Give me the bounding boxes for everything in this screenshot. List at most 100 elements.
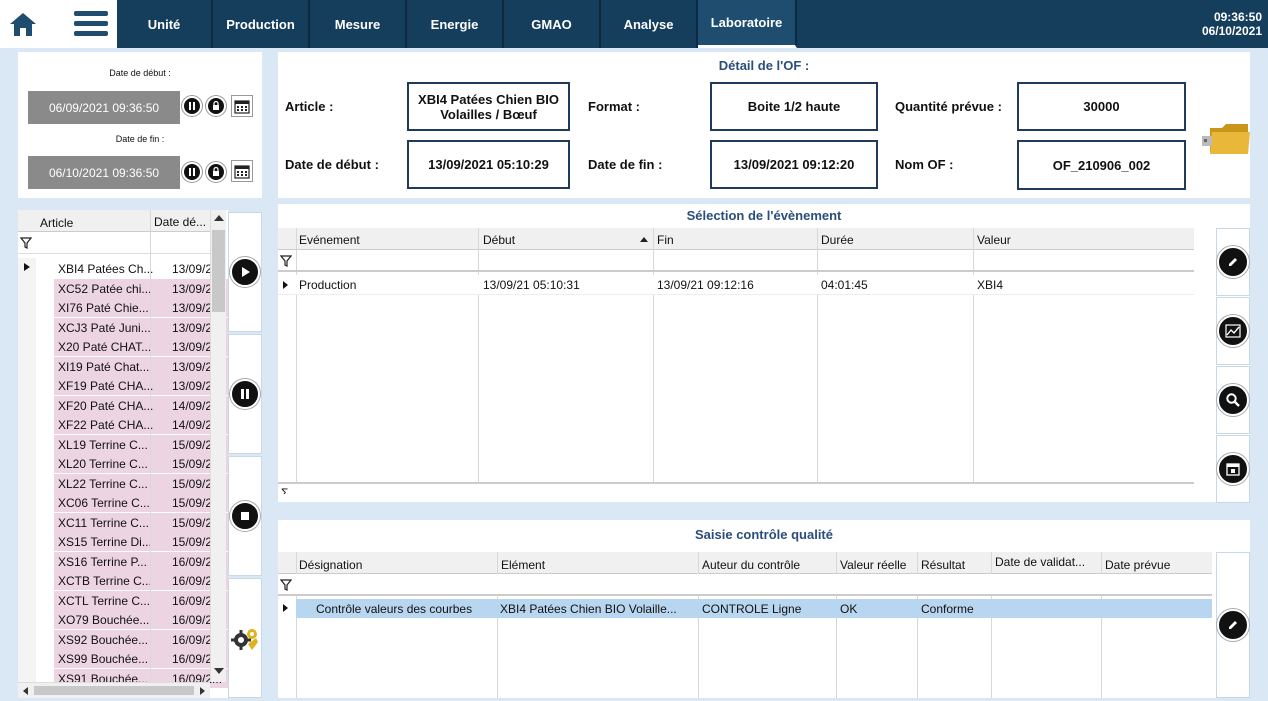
lock-icon[interactable] (206, 162, 226, 182)
column-header-value[interactable]: Valeur (977, 233, 1011, 247)
list-item[interactable]: XCTB Terrine C... 16/09/2... (54, 571, 228, 591)
event-end-cell: 13/09/21 09:12:16 (657, 278, 754, 292)
list-item[interactable]: XS15 Terrine Di... 15/09/2... (54, 532, 228, 552)
pause-icon[interactable] (182, 162, 202, 182)
list-item[interactable]: XC52 Patée chi... 13/09/2... (54, 278, 228, 299)
list-item[interactable]: XO79 Bouchée... 16/09/2... (54, 610, 228, 630)
article-value: XBI4 Patées Chien BIO Volailles / Bœuf (407, 82, 570, 131)
chart-button[interactable] (1216, 297, 1250, 365)
events-filter-row[interactable] (278, 250, 1194, 272)
column-header-validation-date[interactable]: Date de validat... (995, 555, 1099, 569)
play-button[interactable] (228, 212, 262, 332)
tab-gmao[interactable]: GMAO (504, 0, 601, 48)
element-cell: XBI4 Patées Chien BIO Volaille... (500, 602, 677, 616)
vertical-scrollbar[interactable] (210, 210, 226, 682)
sum-icon: Σ (281, 486, 289, 494)
chart-icon (1217, 315, 1249, 347)
tab-production[interactable]: Production (213, 0, 310, 48)
calendar-icon[interactable] (231, 95, 253, 117)
list-item[interactable]: XF19 Paté CHA... 13/09/2... (54, 376, 228, 396)
event-value-cell: XBI4 (977, 278, 1004, 292)
column-header-author[interactable]: Auteur du contrôle (702, 558, 800, 572)
tab-laboratoire[interactable]: Laboratoire (698, 0, 797, 48)
edit-quality-button[interactable] (1216, 552, 1250, 698)
filter-icon (280, 579, 292, 591)
quality-filter-row[interactable] (278, 574, 1212, 596)
column-header-result[interactable]: Résultat (921, 558, 965, 572)
list-item[interactable]: X20 Paté CHAT... 13/09/2... (54, 337, 228, 357)
scroll-thumb[interactable] (212, 230, 225, 312)
column-header-end[interactable]: Fin (657, 233, 674, 247)
column-header-element[interactable]: Elément (501, 558, 545, 572)
column-header-article[interactable]: Article (40, 216, 148, 230)
horizontal-scrollbar[interactable] (18, 682, 210, 698)
column-header-start[interactable]: Début (483, 233, 515, 247)
events-summary-row: Σ (278, 482, 1194, 494)
end-date-field[interactable]: 06/10/2021 09:36:50 (28, 156, 180, 189)
tab-label: GMAO (531, 16, 572, 32)
list-item[interactable]: XC11 Terrine C... 15/09/2... (54, 512, 228, 533)
scroll-down-icon[interactable] (214, 668, 224, 674)
tab-unite[interactable]: Unité (117, 0, 213, 48)
column-header-date[interactable]: Date dé... (154, 215, 208, 229)
clock-time: 09:36:50 (1213, 10, 1262, 24)
column-header-duration[interactable]: Durée (821, 233, 854, 247)
list-item[interactable]: XC06 Terrine C... 15/09/2... (54, 493, 228, 513)
result-cell: Conforme (921, 602, 974, 616)
list-item[interactable]: XCJ3 Paté Juni... 13/09/2... (54, 317, 228, 338)
usb-folder-icon[interactable] (1200, 118, 1252, 158)
settings-button[interactable] (228, 578, 262, 698)
end-date-label: Date de fin : (115, 134, 165, 144)
list-item[interactable]: XL20 Terrine C... 15/09/2... (54, 454, 228, 474)
start-date-label: Date de début : (109, 68, 171, 78)
gears-icon (231, 629, 258, 650)
filter-icon (280, 255, 292, 267)
start-date-field[interactable]: 06/09/2021 09:36:50 (28, 91, 180, 124)
scroll-right-icon[interactable] (200, 687, 205, 695)
tab-analyse[interactable]: Analyse (601, 0, 698, 48)
events-title: Sélection de l'évènement (686, 208, 842, 223)
list-item[interactable]: XS99 Bouchée... 16/09/2... (54, 649, 228, 669)
scroll-thumb-horizontal[interactable] (34, 686, 194, 695)
list-item[interactable]: XF20 Paté CHA... 14/09/2... (54, 395, 228, 416)
tab-energie[interactable]: Energie (407, 0, 504, 48)
list-item[interactable]: XCTL Terrine C... 16/09/2... (54, 590, 228, 611)
quantity-value: 30000 (1017, 82, 1186, 131)
menu-icon[interactable] (74, 10, 110, 38)
list-item[interactable]: XF22 Paté CHA... 14/09/2... (54, 415, 228, 435)
stop-button[interactable] (228, 456, 262, 576)
of-start-label: Date de début : (285, 157, 379, 172)
calendar-button[interactable] (1216, 435, 1250, 503)
tab-label: Energie (430, 16, 479, 32)
column-header-event[interactable]: Evénement (299, 233, 360, 247)
column-header-real-value[interactable]: Valeur réelle (840, 558, 906, 572)
list-item[interactable]: XI76 Paté Chie... 13/09/2... (54, 298, 228, 318)
calendar-icon (1217, 453, 1249, 485)
pencil-icon (1217, 609, 1249, 641)
scroll-left-icon[interactable] (23, 687, 28, 695)
calendar-icon[interactable] (231, 160, 253, 182)
list-item[interactable]: XL22 Terrine C... 15/09/2... (54, 473, 228, 494)
list-item[interactable]: XS92 Bouchée... 16/09/2... (54, 629, 228, 650)
edit-event-button[interactable] (1216, 228, 1250, 296)
play-icon (230, 257, 260, 287)
table-row[interactable]: Contrôle valeurs des courbes XBI4 Patées… (278, 599, 1212, 618)
lock-icon[interactable] (206, 96, 226, 116)
column-header-designation[interactable]: Désignation (299, 558, 362, 572)
pause-icon[interactable] (182, 96, 202, 116)
list-item[interactable]: XL19 Terrine C... 15/09/2... (54, 434, 228, 455)
pause-button[interactable] (228, 334, 262, 454)
column-separator (150, 210, 151, 682)
list-item[interactable]: XBI4 Patées Ch... 13/09/2... (54, 259, 228, 279)
tab-mesure[interactable]: Mesure (310, 0, 407, 48)
scroll-up-icon[interactable] (214, 215, 224, 221)
list-item[interactable]: XS16 Terrine P... 16/09/2... (54, 551, 228, 572)
filter-row[interactable] (18, 232, 210, 254)
tab-label: Production (226, 16, 295, 32)
column-header-planned-date[interactable]: Date prévue (1105, 558, 1170, 572)
search-button[interactable] (1216, 366, 1250, 434)
table-row[interactable]: Production 13/09/21 05:10:31 13/09/21 09… (278, 275, 1194, 295)
home-icon[interactable] (6, 8, 40, 40)
pencil-icon (1217, 246, 1249, 278)
list-item[interactable]: XI19 Paté Chat... 13/09/2... (54, 356, 228, 377)
